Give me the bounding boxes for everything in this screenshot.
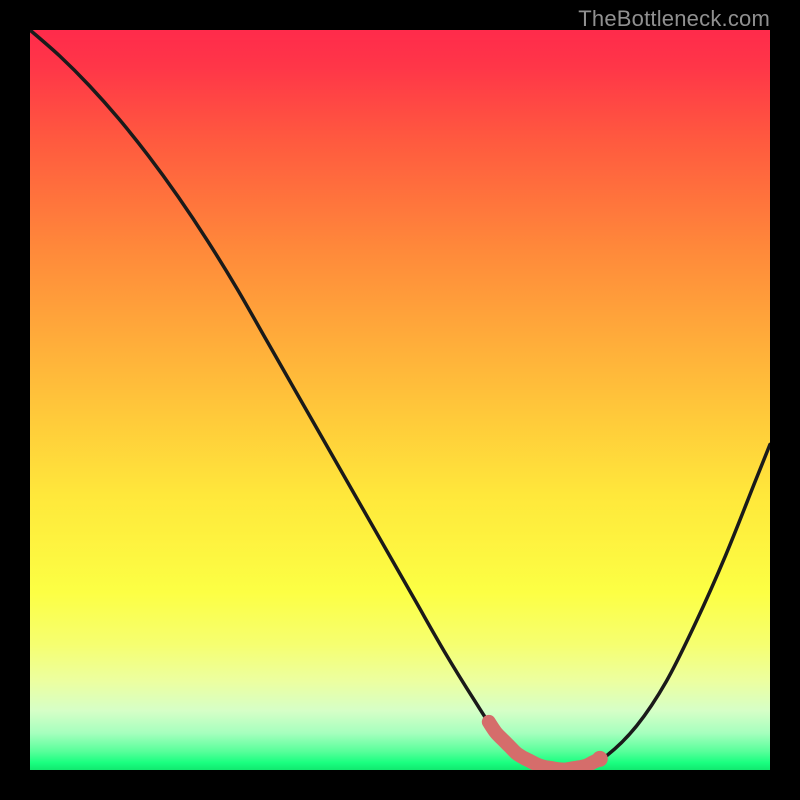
chart-stage: TheBottleneck.com xyxy=(0,0,800,800)
watermark-text: TheBottleneck.com xyxy=(578,6,770,32)
gradient-background xyxy=(30,30,770,770)
